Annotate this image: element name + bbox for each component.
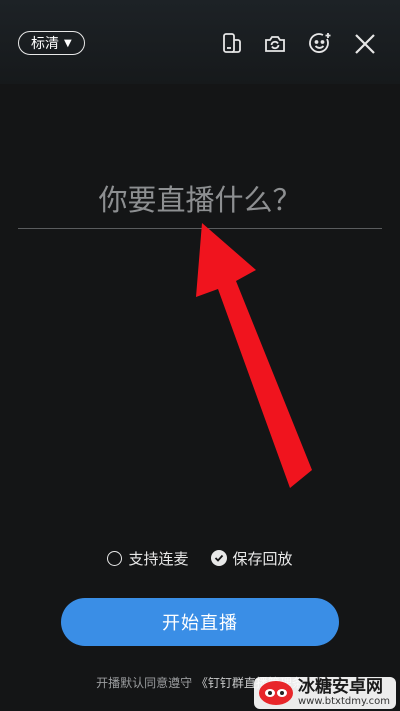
save-replay-label: 保存回放: [232, 549, 293, 568]
start-live-button[interactable]: 开始直播: [61, 598, 339, 646]
save-replay-option[interactable]: 保存回放: [210, 548, 293, 569]
check-circle-icon[interactable]: [210, 550, 227, 566]
agreement-prefix: 开播默认同意遵守: [96, 676, 193, 690]
watermark-url: www.btxtdmy.com: [297, 695, 390, 707]
watermark-title: 冰糖安卓网: [297, 676, 383, 697]
live-title-field[interactable]: [18, 172, 382, 236]
radio-unchecked-icon[interactable]: [107, 550, 123, 566]
quality-label: 标清: [31, 36, 59, 52]
beauty-face-icon[interactable]: [307, 31, 333, 57]
quality-selector[interactable]: 标清 ▼: [18, 31, 85, 55]
live-title-input[interactable]: [18, 172, 382, 236]
phone-screen-icon[interactable]: [219, 31, 245, 57]
watermark-logo-icon: [258, 680, 293, 705]
site-watermark: 冰糖安卓网 www.btxtdmy.com: [253, 676, 396, 709]
live-options: 支持连麦 保存回放: [0, 545, 400, 571]
flip-camera-icon[interactable]: [262, 31, 288, 57]
co-host-label: 支持连麦: [128, 549, 189, 568]
caret-down-icon: ▼: [64, 37, 72, 49]
close-icon[interactable]: [352, 31, 378, 57]
co-host-option[interactable]: 支持连麦: [107, 548, 189, 569]
